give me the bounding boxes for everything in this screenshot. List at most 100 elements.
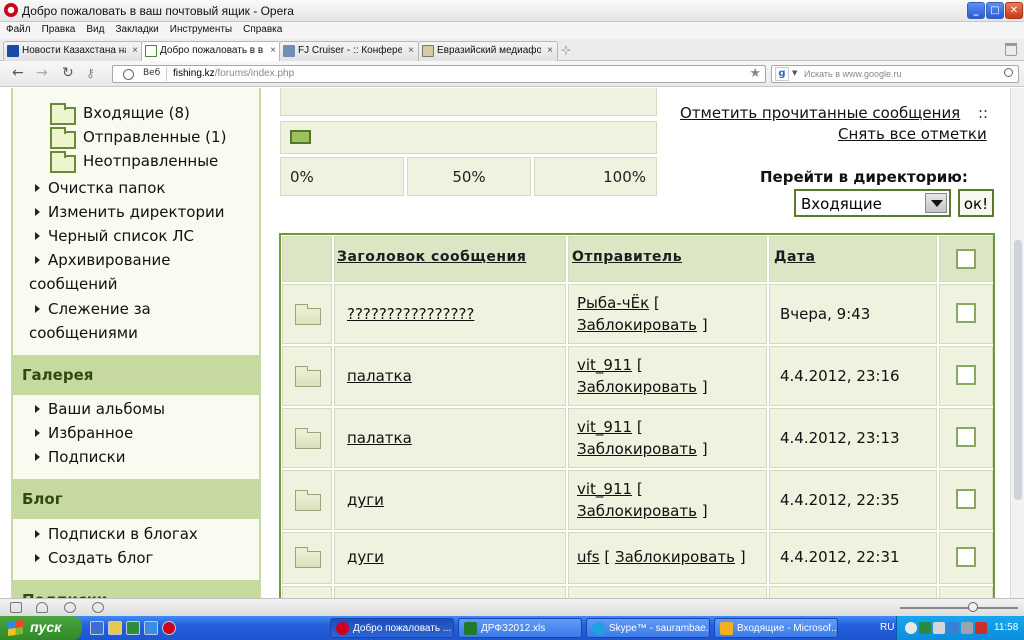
message-subject-link[interactable]: дуги	[347, 491, 384, 509]
message-checkbox[interactable]	[956, 427, 976, 447]
minimize-button[interactable]: _	[967, 2, 985, 19]
new-tab-icon[interactable]: ⊹	[561, 43, 571, 57]
tab-eurasian-media-forum[interactable]: Евразийский медиафор... ×	[418, 41, 558, 61]
menu-view[interactable]: Вид	[80, 22, 109, 35]
keyboard-icon[interactable]	[933, 622, 945, 634]
taskbar-item-outlook[interactable]: Входящие - Microsof...	[714, 618, 838, 638]
show-desktop-icon[interactable]	[108, 621, 122, 635]
sort-by-sender-link[interactable]: Отправитель	[572, 249, 682, 265]
tab-close-icon[interactable]: ×	[132, 45, 138, 56]
folder-select[interactable]: Входящие	[794, 189, 951, 217]
address-toolbar: ← → ↻ ⚷ Веб fishing.kz/forums/index.php …	[0, 61, 1024, 87]
sidebar-link-create-blog[interactable]: Создать блог	[29, 546, 153, 570]
close-window-button[interactable]: ✕	[1005, 2, 1023, 19]
sidebar-link-subscriptions[interactable]: Подписки	[29, 445, 125, 469]
chevron-down-icon[interactable]	[925, 193, 947, 213]
sort-by-date-link[interactable]: Дата	[774, 249, 815, 265]
search-icon[interactable]	[1004, 68, 1013, 77]
bookmark-star-icon[interactable]: ★	[749, 66, 761, 81]
antivirus-icon[interactable]	[975, 622, 987, 634]
key-icon[interactable]: ⚷	[86, 65, 95, 81]
sidebar-link-tracking[interactable]: Слежение за сообщениями	[29, 297, 249, 345]
network-icon[interactable]	[919, 622, 931, 634]
panel-toggle-icon[interactable]	[10, 602, 22, 613]
unmark-all-link[interactable]: Снять все отметки	[838, 125, 987, 143]
sidebar-link-edit-folders[interactable]: Изменить директории	[29, 200, 225, 224]
table-row-subject-cell: палатка	[334, 346, 566, 406]
tab-fj-cruiser[interactable]: FJ Cruiser - :: Конферен... ×	[279, 41, 419, 61]
sidebar-link-empty-folders[interactable]: Очистка папок	[29, 176, 165, 200]
back-arrow-icon[interactable]: ←	[12, 65, 24, 81]
block-sender-link[interactable]: Заблокировать	[577, 316, 697, 334]
speed-dial-icon[interactable]	[92, 602, 104, 613]
tray-chevron-icon[interactable]	[905, 622, 917, 634]
block-sender-link[interactable]: Заблокировать	[577, 502, 697, 520]
message-checkbox[interactable]	[956, 303, 976, 323]
sidebar-link-favorites[interactable]: Избранное	[29, 421, 133, 445]
sidebar-link-blacklist[interactable]: Черный список ЛС	[29, 224, 194, 248]
message-checkbox[interactable]	[956, 365, 976, 385]
sender-name-link[interactable]: vit_911	[577, 480, 632, 498]
tab-mailbox[interactable]: Добро пожаловать в в... ×	[141, 41, 281, 62]
vertical-scrollbar[interactable]	[1010, 88, 1024, 598]
message-subject-link[interactable]: дуги	[347, 548, 384, 566]
table-row-sender-cell: ufs [ Заблокировать ]	[568, 532, 767, 584]
goto-ok-button[interactable]: ок!	[958, 189, 994, 217]
maximize-button[interactable]: □	[986, 2, 1004, 19]
menu-help[interactable]: Справка	[237, 22, 287, 35]
message-checkbox[interactable]	[956, 489, 976, 509]
sender-name-link[interactable]: Рыба-чЁк	[577, 294, 649, 312]
select-all-checkbox[interactable]	[956, 249, 976, 269]
site-favicon-icon	[283, 45, 295, 57]
address-field[interactable]: Веб fishing.kz/forums/index.php ★	[112, 65, 766, 83]
forward-arrow-icon[interactable]: →	[36, 65, 48, 81]
taskbar-item-skype[interactable]: Skype™ - saurambae...	[586, 618, 710, 638]
menu-edit[interactable]: Правка	[36, 22, 81, 35]
trash-icon[interactable]	[1005, 43, 1017, 56]
word-icon[interactable]	[90, 621, 104, 635]
message-checkbox[interactable]	[956, 547, 976, 567]
message-subject-link[interactable]: палатка	[347, 367, 412, 385]
block-sender-link[interactable]: Заблокировать	[577, 440, 697, 458]
language-indicator[interactable]: RU	[880, 622, 894, 633]
sender-name-link[interactable]: vit_911	[577, 418, 632, 436]
cloud-icon[interactable]	[36, 602, 48, 613]
update-icon[interactable]	[947, 622, 959, 634]
zoom-slider[interactable]	[900, 607, 1018, 609]
menu-tools[interactable]: Инструменты	[164, 22, 237, 35]
url-host: fishing.kz	[173, 68, 215, 79]
menu-bookmarks[interactable]: Закладки	[109, 22, 163, 35]
sender-name-link[interactable]: vit_911	[577, 356, 632, 374]
zoom-slider-handle[interactable]	[968, 602, 978, 612]
chevron-down-icon[interactable]: ▼	[792, 69, 797, 77]
sidebar-link-archive[interactable]: Архивирование сообщений	[29, 248, 249, 296]
reload-icon[interactable]: ↻	[62, 65, 74, 81]
internet-explorer-icon[interactable]	[144, 621, 158, 635]
taskbar-item-opera[interactable]: Добро пожаловать ...	[330, 618, 454, 638]
search-field[interactable]: g ▼ Искать в www.google.ru	[771, 65, 1019, 83]
excel-icon[interactable]	[126, 621, 140, 635]
table-row-subject-cell	[334, 586, 566, 598]
menu-file[interactable]: Файл	[0, 22, 36, 35]
tab-close-icon[interactable]: ×	[547, 45, 553, 56]
message-subject-link[interactable]: палатка	[347, 429, 412, 447]
block-sender-link[interactable]: Заблокировать	[577, 378, 697, 396]
taskbar-item-excel[interactable]: ДРФЗ2012.xls	[458, 618, 582, 638]
start-button[interactable]: пуск	[0, 616, 82, 640]
site-badge[interactable]: Веб	[115, 67, 167, 81]
tab-news-kazakhstan[interactable]: Новости Казахстана на... ×	[3, 41, 143, 61]
safely-remove-icon[interactable]	[961, 622, 973, 634]
sidebar-link-albums[interactable]: Ваши альбомы	[29, 397, 165, 421]
google-icon[interactable]: g	[775, 67, 789, 81]
share-icon[interactable]	[64, 602, 76, 613]
sender-name-link[interactable]: ufs	[577, 548, 600, 566]
opera-icon[interactable]	[162, 621, 176, 635]
tab-close-icon[interactable]: ×	[270, 45, 276, 56]
block-sender-link[interactable]: Заблокировать	[615, 548, 735, 566]
scrollbar-thumb[interactable]	[1014, 240, 1022, 500]
sort-by-subject-link[interactable]: Заголовок сообщения	[337, 249, 526, 265]
tab-close-icon[interactable]: ×	[408, 45, 414, 56]
sidebar-link-blog-subscriptions[interactable]: Подписки в блогах	[29, 522, 198, 546]
message-subject-link[interactable]: ????????????????	[347, 305, 474, 323]
mark-read-link[interactable]: Отметить прочитанные сообщения	[680, 104, 960, 122]
